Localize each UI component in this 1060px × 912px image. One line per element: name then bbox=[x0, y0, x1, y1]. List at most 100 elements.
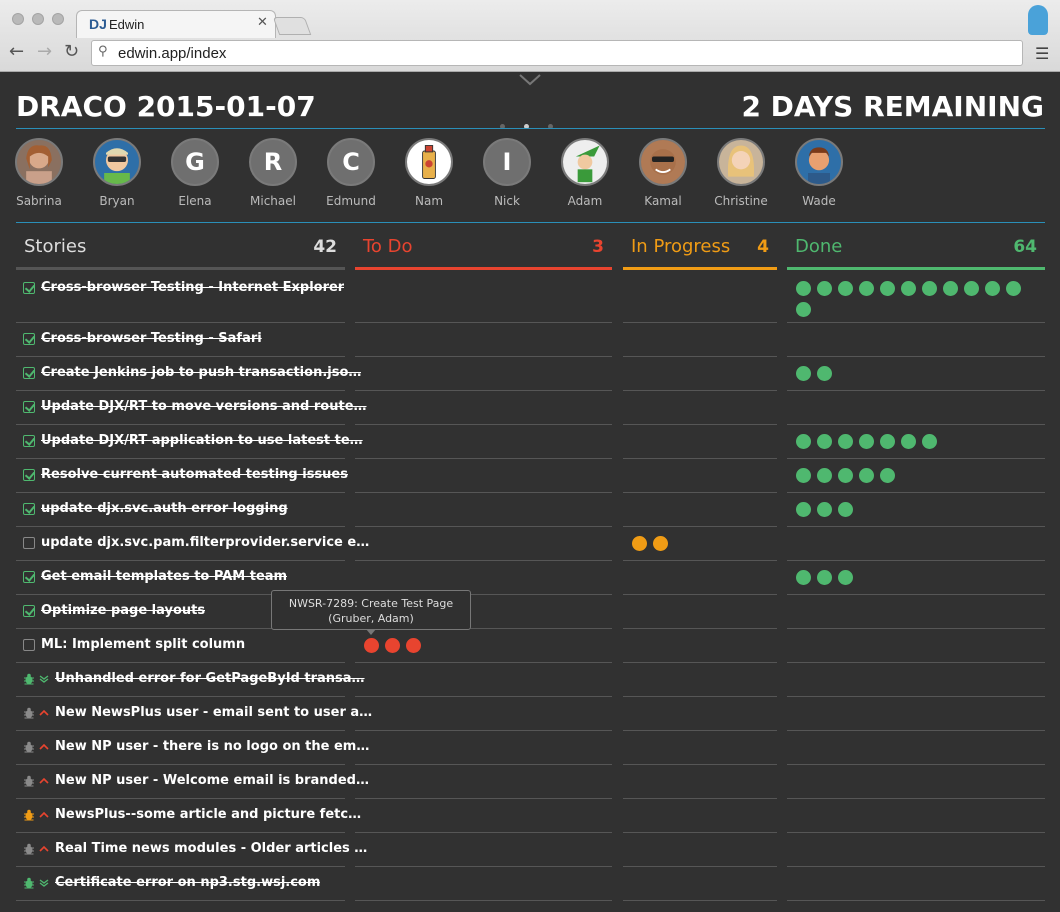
checked-checkbox[interactable] bbox=[23, 281, 35, 294]
checked-checkbox[interactable] bbox=[23, 400, 35, 413]
done-task-dot[interactable] bbox=[796, 468, 811, 483]
browser-tab[interactable]: DJ Edwin ✕ bbox=[76, 10, 276, 38]
address-bar[interactable]: ⚲ edwin.app/index bbox=[91, 40, 1023, 66]
story-title[interactable]: ML: Implement split column bbox=[41, 637, 245, 652]
done-task-dot[interactable] bbox=[817, 281, 832, 296]
done-task-dot[interactable] bbox=[880, 281, 895, 296]
done-task-dot[interactable] bbox=[817, 434, 832, 449]
story-title[interactable]: Optimize page layouts bbox=[41, 603, 205, 618]
story-title-group[interactable]: Certificate error on np3.stg.wsj.com bbox=[23, 875, 320, 890]
avatar[interactable] bbox=[93, 138, 141, 186]
story-title-group[interactable]: Optimize page layouts bbox=[23, 603, 205, 618]
done-task-dot[interactable] bbox=[817, 366, 832, 381]
story-title-group[interactable]: ML: Implement split column bbox=[23, 637, 245, 652]
story-title-group[interactable]: Cross-browser Testing - Internet Explore… bbox=[23, 280, 344, 295]
story-title-group[interactable]: Create Jenkins job to push transaction.j… bbox=[23, 365, 361, 380]
url-text[interactable]: edwin.app/index bbox=[118, 45, 226, 62]
avatar[interactable]: R bbox=[249, 138, 297, 186]
unchecked-checkbox[interactable] bbox=[23, 536, 35, 549]
story-title-group[interactable]: Cross-browser Testing - Safari bbox=[23, 331, 262, 346]
story-title[interactable]: New NP user - Welcome email is branded… bbox=[55, 773, 369, 788]
done-task-dot[interactable] bbox=[859, 434, 874, 449]
done-task-dot[interactable] bbox=[964, 281, 979, 296]
story-title[interactable]: Create Jenkins job to push transaction.j… bbox=[41, 365, 361, 380]
story-title-group[interactable]: update djx.svc.pam.filterprovider.servic… bbox=[23, 535, 369, 550]
checked-checkbox[interactable] bbox=[23, 366, 35, 379]
avatar[interactable] bbox=[561, 138, 609, 186]
story-title-group[interactable]: update djx.svc.auth error logging bbox=[23, 501, 288, 516]
done-task-dot[interactable] bbox=[985, 281, 1000, 296]
done-task-dot[interactable] bbox=[838, 281, 853, 296]
team-member[interactable]: Kamal bbox=[624, 138, 702, 208]
story-title[interactable]: New NewsPlus user - email sent to user a… bbox=[55, 705, 372, 720]
done-task-dot[interactable] bbox=[922, 434, 937, 449]
story-title[interactable]: Cross-browser Testing - Internet Explore… bbox=[41, 280, 344, 295]
avatar[interactable] bbox=[717, 138, 765, 186]
story-title-group[interactable]: Get email templates to PAM team bbox=[23, 569, 287, 584]
done-task-dot[interactable] bbox=[838, 570, 853, 585]
close-window-button[interactable] bbox=[12, 13, 24, 25]
story-title-group[interactable]: New NewsPlus user - email sent to user a… bbox=[23, 705, 372, 720]
arrow-left-icon[interactable]: ← bbox=[9, 42, 24, 62]
done-task-dot[interactable] bbox=[838, 434, 853, 449]
done-task-dot[interactable] bbox=[901, 434, 916, 449]
in-progress-task-dot[interactable] bbox=[632, 536, 647, 551]
maximize-window-button[interactable] bbox=[52, 13, 64, 25]
checked-checkbox[interactable] bbox=[23, 332, 35, 345]
todo-task-dot[interactable] bbox=[364, 638, 379, 653]
story-title[interactable]: Resolve current automated testing issues bbox=[41, 467, 348, 482]
done-task-dot[interactable] bbox=[796, 366, 811, 381]
story-title-group[interactable]: Resolve current automated testing issues bbox=[23, 467, 348, 482]
story-title[interactable]: Cross-browser Testing - Safari bbox=[41, 331, 262, 346]
avatar[interactable]: I bbox=[483, 138, 531, 186]
avatar[interactable]: C bbox=[327, 138, 375, 186]
todo-task-dot[interactable] bbox=[406, 638, 421, 653]
avatar[interactable] bbox=[15, 138, 63, 186]
story-title-group[interactable]: Real Time news modules - Older articles … bbox=[23, 841, 367, 856]
in-progress-task-dot[interactable] bbox=[653, 536, 668, 551]
tab-close-icon[interactable]: ✕ bbox=[257, 15, 268, 30]
checked-checkbox[interactable] bbox=[23, 604, 35, 617]
team-member[interactable]: Wade bbox=[780, 138, 858, 208]
team-member[interactable]: G Elena bbox=[156, 138, 234, 208]
story-title-group[interactable]: Unhandled error for GetPageById transa… bbox=[23, 671, 365, 686]
story-title[interactable]: New NP user - there is no logo on the em… bbox=[55, 739, 369, 754]
done-task-dot[interactable] bbox=[880, 434, 895, 449]
done-task-dot[interactable] bbox=[901, 281, 916, 296]
story-title-group[interactable]: New NP user - Welcome email is branded… bbox=[23, 773, 369, 788]
checked-checkbox[interactable] bbox=[23, 502, 35, 515]
checked-checkbox[interactable] bbox=[23, 570, 35, 583]
done-task-dot[interactable] bbox=[1006, 281, 1021, 296]
done-task-dot[interactable] bbox=[817, 502, 832, 517]
checked-checkbox[interactable] bbox=[23, 434, 35, 447]
done-task-dot[interactable] bbox=[943, 281, 958, 296]
story-title[interactable]: Real Time news modules - Older articles … bbox=[55, 841, 367, 856]
done-task-dot[interactable] bbox=[817, 570, 832, 585]
checked-checkbox[interactable] bbox=[23, 468, 35, 481]
todo-task-dot[interactable] bbox=[385, 638, 400, 653]
story-title[interactable]: Certificate error on np3.stg.wsj.com bbox=[55, 875, 320, 890]
story-title-group[interactable]: NewsPlus--some article and picture fetc… bbox=[23, 807, 361, 822]
team-member[interactable]: Adam bbox=[546, 138, 624, 208]
done-task-dot[interactable] bbox=[838, 468, 853, 483]
avatar[interactable] bbox=[795, 138, 843, 186]
team-member[interactable]: Bryan bbox=[78, 138, 156, 208]
done-task-dot[interactable] bbox=[796, 434, 811, 449]
avatar[interactable]: G bbox=[171, 138, 219, 186]
story-title[interactable]: NewsPlus--some article and picture fetc… bbox=[55, 807, 361, 822]
story-title[interactable]: Get email templates to PAM team bbox=[41, 569, 287, 584]
team-member[interactable]: R Michael bbox=[234, 138, 312, 208]
avatar[interactable] bbox=[639, 138, 687, 186]
done-task-dot[interactable] bbox=[796, 281, 811, 296]
story-title[interactable]: Update DJX/RT to move versions and route… bbox=[41, 399, 367, 414]
done-task-dot[interactable] bbox=[796, 570, 811, 585]
done-task-dot[interactable] bbox=[859, 281, 874, 296]
minimize-window-button[interactable] bbox=[32, 13, 44, 25]
done-task-dot[interactable] bbox=[880, 468, 895, 483]
done-task-dot[interactable] bbox=[838, 502, 853, 517]
story-title[interactable]: Update DJX/RT application to use latest … bbox=[41, 433, 363, 448]
profile-icon[interactable] bbox=[1028, 5, 1048, 35]
reload-icon[interactable]: ↻ bbox=[64, 42, 79, 62]
hamburger-icon[interactable]: ☰ bbox=[1035, 44, 1049, 63]
story-title-group[interactable]: Update DJX/RT to move versions and route… bbox=[23, 399, 367, 414]
